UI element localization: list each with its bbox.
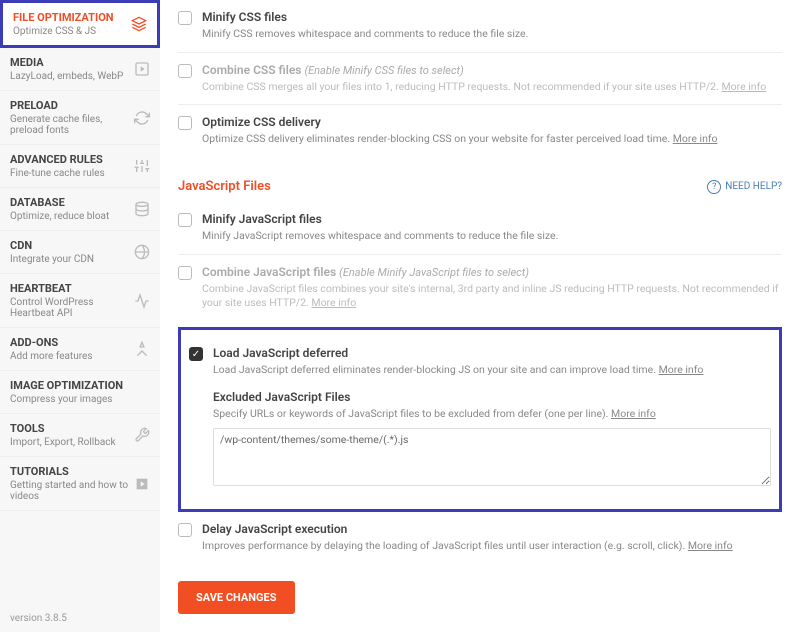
- option-optimize-css-delivery: Optimize CSS delivery Optimize CSS deliv…: [178, 105, 782, 157]
- heartbeat-icon: [134, 293, 150, 309]
- sliders-icon: [134, 158, 150, 174]
- rocket-icon: [134, 341, 150, 357]
- more-info-link[interactable]: More info: [659, 363, 704, 376]
- main-content: Minify CSS files Minify CSS removes whit…: [160, 0, 800, 632]
- minify-js-checkbox[interactable]: [178, 213, 192, 227]
- defer-highlight-box: Load JavaScript deferred Load JavaScript…: [178, 327, 782, 511]
- sidebar-item-file-optimization[interactable]: FILE OPTIMIZATION Optimize CSS & JS: [0, 0, 160, 48]
- option-minify-js: Minify JavaScript files Minify JavaScrip…: [178, 202, 782, 255]
- help-icon: ?: [707, 180, 721, 194]
- sidebar-item-addons[interactable]: ADD-ONS Add more features: [0, 328, 160, 371]
- play-icon: [134, 61, 150, 77]
- more-info-link[interactable]: More info: [688, 539, 733, 552]
- more-info-link[interactable]: More info: [721, 80, 766, 93]
- option-minify-css: Minify CSS files Minify CSS removes whit…: [178, 0, 782, 53]
- sidebar-item-preload[interactable]: PRELOAD Generate cache files, preload fo…: [0, 91, 160, 145]
- delay-js-checkbox[interactable]: [178, 523, 192, 537]
- sidebar-item-tools[interactable]: TOOLS Import, Export, Rollback: [0, 414, 160, 457]
- sidebar-item-cdn[interactable]: CDN Integrate your CDN: [0, 231, 160, 274]
- tools-icon: [134, 427, 150, 443]
- sidebar-item-subtitle: Optimize CSS & JS: [13, 26, 131, 37]
- version-label: version 3.8.5: [0, 605, 160, 632]
- sidebar-item-database[interactable]: DATABASE Optimize, reduce bloat: [0, 188, 160, 231]
- option-combine-js: Combine JavaScript files (Enable Minify …: [178, 255, 782, 321]
- refresh-icon: [134, 110, 150, 126]
- sidebar-item-media[interactable]: MEDIA LazyLoad, embeds, WebP: [0, 48, 160, 91]
- sidebar-item-tutorials[interactable]: TUTORIALS Getting started and how to vid…: [0, 457, 160, 511]
- minify-css-checkbox[interactable]: [178, 11, 192, 25]
- database-icon: [134, 201, 150, 217]
- sidebar-item-heartbeat[interactable]: HEARTBEAT Control WordPress Heartbeat AP…: [0, 274, 160, 328]
- globe-icon: [134, 244, 150, 260]
- defer-js-checkbox[interactable]: [189, 347, 203, 361]
- option-defer-js: Load JavaScript deferred Load JavaScript…: [181, 336, 779, 498]
- layers-icon: [131, 16, 147, 32]
- sidebar-item-title: FILE OPTIMIZATION: [13, 11, 131, 24]
- more-info-link[interactable]: More info: [673, 132, 718, 145]
- combine-css-checkbox[interactable]: [178, 64, 192, 78]
- combine-js-checkbox[interactable]: [178, 266, 192, 280]
- option-combine-css: Combine CSS files (Enable Minify CSS fil…: [178, 53, 782, 106]
- play-square-icon: [134, 476, 150, 492]
- sidebar-item-advanced[interactable]: ADVANCED RULES Fine-tune cache rules: [0, 145, 160, 188]
- sidebar: FILE OPTIMIZATION Optimize CSS & JS MEDI…: [0, 0, 160, 632]
- optimize-css-checkbox[interactable]: [178, 116, 192, 130]
- excluded-js-textarea[interactable]: [213, 428, 771, 486]
- more-info-link[interactable]: More info: [311, 296, 356, 309]
- option-delay-js: Delay JavaScript execution Improves perf…: [178, 512, 782, 564]
- more-info-link[interactable]: More info: [611, 407, 656, 420]
- js-section-header: JavaScript Files ? NEED HELP?: [178, 179, 782, 194]
- sidebar-item-image-opt[interactable]: IMAGE OPTIMIZATION Compress your images: [0, 371, 160, 414]
- save-changes-button[interactable]: SAVE CHANGES: [178, 581, 295, 614]
- need-help-link[interactable]: ? NEED HELP?: [707, 180, 782, 194]
